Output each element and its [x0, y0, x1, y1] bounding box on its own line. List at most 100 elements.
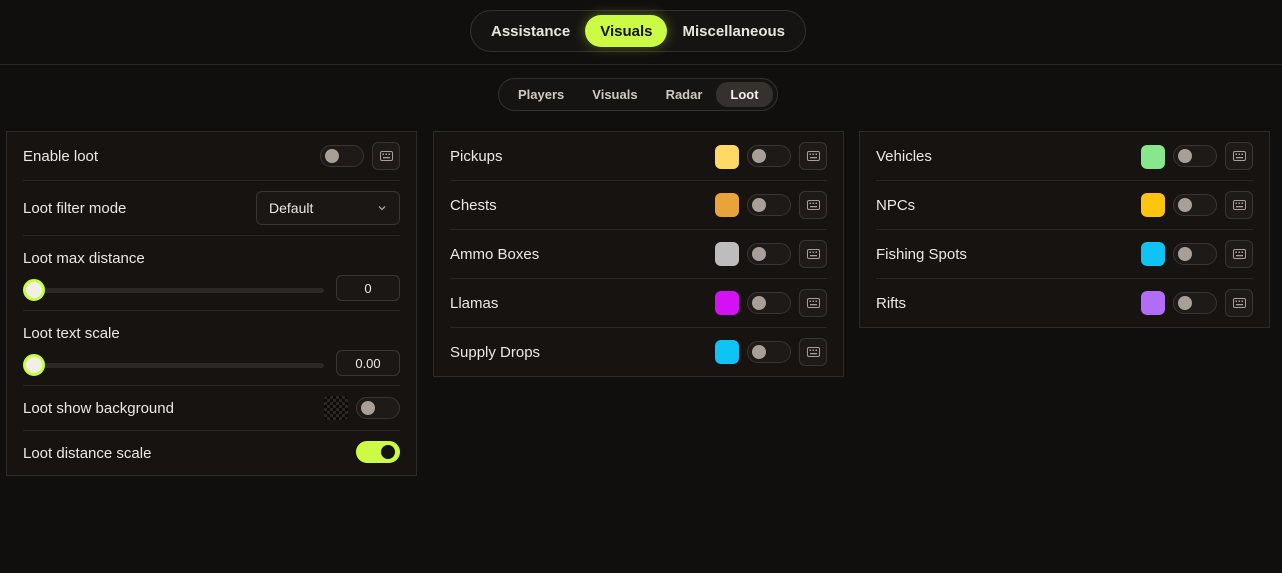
- npcs-color-swatch[interactable]: [1141, 193, 1165, 217]
- tab-assistance[interactable]: Assistance: [476, 15, 585, 47]
- keyboard-icon: [1232, 200, 1246, 210]
- tab-miscellaneous[interactable]: Miscellaneous: [667, 15, 800, 47]
- rifts-color-swatch[interactable]: [1141, 291, 1165, 315]
- keyboard-icon: [1232, 298, 1246, 308]
- subtab-visuals[interactable]: Visuals: [578, 82, 651, 107]
- pickups-panel: Pickups Chests Ammo Boxes Llamas Supply …: [433, 131, 844, 377]
- llamas-toggle[interactable]: [747, 292, 791, 314]
- loot-max-distance-value[interactable]: 0: [336, 275, 400, 301]
- vehicles-color-swatch[interactable]: [1141, 145, 1165, 169]
- enable-loot-label: Enable loot: [23, 147, 99, 165]
- rifts-toggle[interactable]: [1173, 292, 1217, 314]
- loot-max-distance-label: Loot max distance: [23, 250, 145, 267]
- ammo-boxes-color-swatch[interactable]: [715, 242, 739, 266]
- loot-show-background-label: Loot show background: [23, 399, 174, 417]
- toggle-knob: [1178, 296, 1192, 310]
- item-label: Pickups: [450, 147, 503, 165]
- loot-max-distance-slider-thumb[interactable]: [23, 279, 45, 301]
- fishing-spots-color-swatch[interactable]: [1141, 242, 1165, 266]
- loot-distance-scale-label: Loot distance scale: [23, 444, 152, 462]
- item-label: NPCs: [876, 196, 916, 214]
- keyboard-icon: [806, 249, 820, 259]
- rifts-keybind-button[interactable]: [1225, 289, 1253, 317]
- toggle-knob: [752, 345, 766, 359]
- ammo-boxes-toggle[interactable]: [747, 243, 791, 265]
- supply-drops-color-swatch[interactable]: [715, 340, 739, 364]
- keyboard-icon: [806, 151, 820, 161]
- loot-show-background-toggle[interactable]: [356, 397, 400, 419]
- chests-color-swatch[interactable]: [715, 193, 739, 217]
- llamas-keybind-button[interactable]: [799, 289, 827, 317]
- keyboard-icon: [806, 347, 820, 357]
- pickups-toggle[interactable]: [747, 145, 791, 167]
- item-label: Llamas: [450, 294, 499, 312]
- world-objects-panel: Vehicles NPCs Fishing Spots Rifts: [859, 131, 1270, 328]
- chests-toggle[interactable]: [747, 194, 791, 216]
- subtab-loot[interactable]: Loot: [716, 82, 773, 107]
- list-item: Pickups: [450, 132, 827, 181]
- loot-filter-mode-label: Loot filter mode: [23, 199, 127, 217]
- loot-settings-panel: Enable loot Loot filter mode Default Loo…: [6, 131, 417, 476]
- list-item: NPCs: [876, 181, 1253, 230]
- keyboard-icon: [1232, 151, 1246, 161]
- subtab-players[interactable]: Players: [504, 82, 578, 107]
- item-label: Supply Drops: [450, 343, 541, 361]
- ammo-boxes-keybind-button[interactable]: [799, 240, 827, 268]
- subtab-radar[interactable]: Radar: [652, 82, 717, 107]
- top-bar: Assistance Visuals Miscellaneous: [0, 0, 1282, 65]
- loot-text-scale-label: Loot text scale: [23, 325, 120, 342]
- list-item: Chests: [450, 181, 827, 230]
- loot-max-distance-slider-track[interactable]: [23, 288, 324, 293]
- item-label: Vehicles: [876, 147, 932, 165]
- main-tabs: Assistance Visuals Miscellaneous: [470, 10, 806, 52]
- supply-drops-toggle[interactable]: [747, 341, 791, 363]
- loot-show-background-row: Loot show background: [23, 386, 400, 431]
- pickups-color-swatch[interactable]: [715, 145, 739, 169]
- toggle-knob: [752, 149, 766, 163]
- toggle-knob: [752, 296, 766, 310]
- list-item: Supply Drops: [450, 328, 827, 376]
- keyboard-icon: [806, 200, 820, 210]
- loot-distance-scale-row: Loot distance scale: [23, 431, 400, 475]
- item-label: Rifts: [876, 294, 906, 312]
- item-label: Fishing Spots: [876, 245, 967, 263]
- toggle-knob: [361, 401, 375, 415]
- loot-text-scale-slider-track[interactable]: [23, 363, 324, 368]
- item-label: Ammo Boxes: [450, 245, 540, 263]
- vehicles-toggle[interactable]: [1173, 145, 1217, 167]
- loot-text-scale-value[interactable]: 0.00: [336, 350, 400, 376]
- enable-loot-toggle[interactable]: [320, 145, 364, 167]
- toggle-knob: [752, 247, 766, 261]
- item-label: Chests: [450, 196, 497, 214]
- loot-filter-mode-row: Loot filter mode Default: [23, 181, 400, 236]
- loot-filter-mode-dropdown[interactable]: Default: [256, 191, 400, 225]
- enable-loot-keybind-button[interactable]: [372, 142, 400, 170]
- list-item: Llamas: [450, 279, 827, 328]
- npcs-keybind-button[interactable]: [1225, 191, 1253, 219]
- toggle-knob: [325, 149, 339, 163]
- keyboard-icon: [1232, 249, 1246, 259]
- list-item: Rifts: [876, 279, 1253, 327]
- background-color-swatch[interactable]: [324, 396, 348, 420]
- vehicles-keybind-button[interactable]: [1225, 142, 1253, 170]
- fishing-spots-toggle[interactable]: [1173, 243, 1217, 265]
- tab-visuals[interactable]: Visuals: [585, 15, 668, 47]
- loot-text-scale-row: Loot text scale 0.00: [23, 311, 400, 386]
- list-item: Fishing Spots: [876, 230, 1253, 279]
- sub-tabs: Players Visuals Radar Loot: [498, 78, 778, 111]
- pickups-keybind-button[interactable]: [799, 142, 827, 170]
- enable-loot-row: Enable loot: [23, 132, 400, 181]
- keyboard-icon: [379, 151, 393, 161]
- llamas-color-swatch[interactable]: [715, 291, 739, 315]
- fishing-spots-keybind-button[interactable]: [1225, 240, 1253, 268]
- list-item: Vehicles: [876, 132, 1253, 181]
- supply-drops-keybind-button[interactable]: [799, 338, 827, 366]
- list-item: Ammo Boxes: [450, 230, 827, 279]
- toggle-knob: [1178, 198, 1192, 212]
- chests-keybind-button[interactable]: [799, 191, 827, 219]
- npcs-toggle[interactable]: [1173, 194, 1217, 216]
- loot-distance-scale-toggle[interactable]: [356, 441, 400, 463]
- toggle-knob: [1178, 247, 1192, 261]
- loot-text-scale-slider-thumb[interactable]: [23, 354, 45, 376]
- toggle-knob: [381, 445, 395, 459]
